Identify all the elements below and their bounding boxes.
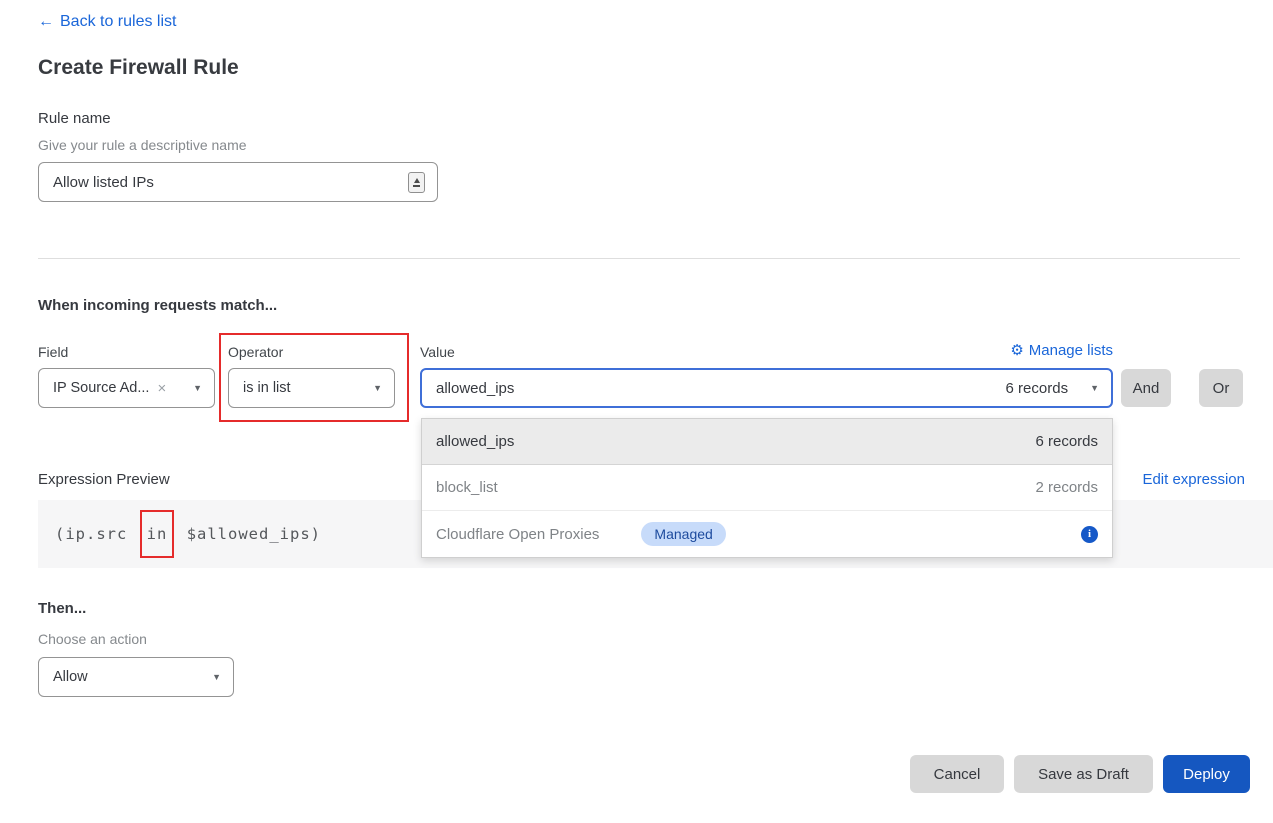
manage-lists-label: Manage lists [1029, 342, 1113, 359]
save-as-draft-button[interactable]: Save as Draft [1014, 755, 1153, 793]
expression-code: (ip.src in $allowed_ips) [55, 523, 321, 545]
back-to-rules-link[interactable]: ← Back to rules list [38, 13, 176, 31]
rule-name-label: Rule name [38, 110, 111, 127]
deploy-button[interactable]: Deploy [1163, 755, 1250, 793]
edit-expression-link[interactable]: Edit expression [1142, 471, 1245, 488]
expression-pre: (ip.src [55, 525, 127, 543]
value-combobox-text: allowed_ips [436, 380, 514, 397]
lists-dropdown-panel: allowed_ips 6 records block_list 2 recor… [421, 418, 1113, 558]
expression-highlighted-operator: in [140, 510, 175, 558]
operator-select-value: is in list [243, 380, 291, 396]
list-item-block-list[interactable]: block_list 2 records [422, 465, 1112, 511]
clear-field-icon[interactable]: × [157, 380, 166, 397]
info-icon[interactable]: i [1081, 526, 1098, 543]
field-select-value: IP Source Ad... [53, 380, 149, 396]
create-firewall-rule-page: ← Back to rules list Create Firewall Rule… [0, 0, 1273, 823]
rule-name-help: Give your rule a descriptive name [38, 137, 247, 153]
back-link-label: Back to rules list [60, 13, 176, 30]
or-button[interactable]: Or [1199, 369, 1243, 407]
match-section-heading: When incoming requests match... [38, 297, 277, 314]
chevron-down-icon: ▼ [185, 383, 202, 393]
list-item-name: Cloudflare Open Proxies [436, 526, 599, 543]
operator-select[interactable]: is in list ▼ [228, 368, 395, 408]
action-select[interactable]: Allow ▼ [38, 657, 234, 697]
rule-name-value: Allow listed IPs [53, 174, 408, 191]
manage-lists-link[interactable]: ⚙ Manage lists [1010, 341, 1113, 359]
chevron-down-icon: ▼ [204, 672, 221, 682]
cancel-button[interactable]: Cancel [910, 755, 1004, 793]
list-item-records: 6 records [1035, 433, 1098, 450]
and-button[interactable]: And [1121, 369, 1171, 407]
list-item-name: block_list [436, 479, 498, 496]
page-title: Create Firewall Rule [38, 56, 239, 80]
value-combobox[interactable]: allowed_ips 6 records ▼ [420, 368, 1113, 408]
autofill-extension-icon[interactable] [408, 172, 425, 193]
then-section-heading: Then... [38, 600, 86, 617]
back-arrow-icon: ← [38, 13, 54, 30]
section-divider [38, 258, 1240, 259]
list-item-allowed-ips[interactable]: allowed_ips 6 records [422, 419, 1112, 465]
expression-preview-label: Expression Preview [38, 471, 170, 488]
expression-post: $allowed_ips) [187, 525, 321, 543]
value-label: Value [420, 344, 455, 360]
value-records-count: 6 records [1006, 380, 1069, 397]
chevron-down-icon: ▼ [1082, 383, 1099, 393]
managed-badge: Managed [641, 522, 725, 546]
field-select[interactable]: IP Source Ad... × ▼ [38, 368, 215, 408]
gear-icon: ⚙ [1010, 341, 1023, 359]
operator-label: Operator [228, 344, 283, 360]
chevron-down-icon: ▼ [365, 383, 382, 393]
field-label: Field [38, 344, 68, 360]
list-item-records: 2 records [1035, 479, 1098, 496]
rule-name-input[interactable]: Allow listed IPs [38, 162, 438, 202]
action-help-text: Choose an action [38, 631, 147, 647]
list-item-cloudflare-open-proxies[interactable]: Cloudflare Open Proxies Managed i [422, 511, 1112, 557]
list-item-name: allowed_ips [436, 433, 514, 450]
action-select-value: Allow [53, 669, 88, 685]
